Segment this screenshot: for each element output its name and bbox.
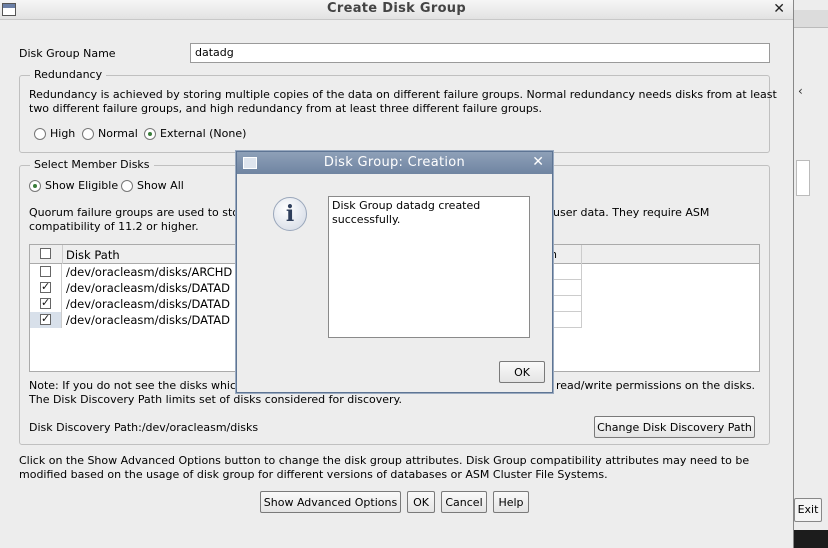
filter-option-label: Show All <box>137 179 184 192</box>
checkbox-cell <box>30 296 62 312</box>
table-cells-fragment <box>550 264 582 328</box>
creation-modal: Disk Group: Creation ✕ i Disk Group data… <box>236 151 553 393</box>
show-all-radio[interactable]: Show All <box>121 179 184 192</box>
checkbox-cell <box>30 280 62 296</box>
redundancy-option-label: High <box>50 127 76 140</box>
column-header-disk-path: Disk Path <box>66 248 120 262</box>
disk-group-name-label: Disk Group Name <box>19 47 116 60</box>
disk-path-cell: /dev/oracleasm/disks/DATAD <box>66 297 230 311</box>
note-text-left: Note: If you do not see the disks which <box>29 379 244 392</box>
column-divider <box>62 245 63 264</box>
radio-icon <box>34 127 46 140</box>
modal-title: Disk Group: Creation <box>323 155 466 170</box>
background-table <box>796 160 810 196</box>
disk-checkbox[interactable] <box>40 312 51 325</box>
redundancy-description-line2: two different failure groups, and high r… <box>29 102 543 115</box>
note-text-right: read/write permissions on the disks. <box>556 379 756 392</box>
redundancy-option-label: Normal <box>98 127 138 140</box>
quorum-text-right: user data. They require ASM <box>553 206 710 219</box>
info-icon: i <box>273 197 307 231</box>
show-advanced-options-button[interactable]: Show Advanced Options <box>260 491 401 513</box>
filter-option-label: Show Eligible <box>45 179 119 192</box>
redundancy-normal-radio[interactable]: Normal <box>82 127 138 140</box>
radio-selected-icon <box>144 127 156 140</box>
quorum-text-line2: compatibility of 11.2 or higher. <box>29 220 199 233</box>
disk-checkbox[interactable] <box>40 280 51 293</box>
select-member-disks-legend: Select Member Disks <box>30 158 154 171</box>
quorum-text-left: Quorum failure groups are used to sto <box>29 206 240 219</box>
cancel-button[interactable]: Cancel <box>441 491 487 513</box>
select-all-checkbox[interactable] <box>40 248 51 259</box>
exit-button[interactable]: Exit <box>794 498 822 522</box>
redundancy-option-label: External (None) <box>160 127 247 140</box>
advanced-note-line2: modified based on the usage of disk grou… <box>19 468 608 481</box>
redundancy-description-line1: Redundancy is achieved by storing multip… <box>29 88 777 101</box>
checkbox-cell <box>30 312 62 328</box>
change-discovery-path-button[interactable]: Change Disk Discovery Path <box>594 416 755 438</box>
radio-selected-icon <box>29 179 41 192</box>
chevron-left-icon: ‹ <box>798 84 803 98</box>
modal-ok-button[interactable]: OK <box>499 361 545 383</box>
redundancy-legend: Redundancy <box>30 68 107 81</box>
background-toolbar <box>794 10 828 28</box>
window-title: Create Disk Group <box>327 1 466 16</box>
radio-icon <box>121 179 133 192</box>
advanced-note-line1: Click on the Show Advanced Options butto… <box>19 454 750 467</box>
disk-path-cell: /dev/oracleasm/disks/DATAD <box>66 281 230 295</box>
background-footer <box>794 530 828 548</box>
redundancy-high-radio[interactable]: High <box>34 127 75 140</box>
note-text-line2: The Disk Discovery Path limits set of di… <box>29 393 403 406</box>
redundancy-external-radio[interactable]: External (None) <box>144 127 246 140</box>
title-bar: Create Disk Group ✕ <box>0 0 793 20</box>
ok-button[interactable]: OK <box>407 491 435 513</box>
show-eligible-radio[interactable]: Show Eligible <box>29 179 118 192</box>
checkbox-cell <box>30 264 62 280</box>
disk-checkbox[interactable] <box>40 296 51 309</box>
background-window: ‹ Exit <box>794 0 828 548</box>
close-icon[interactable]: ✕ <box>532 154 544 170</box>
disk-path-cell: /dev/oracleasm/disks/ARCHD <box>66 265 233 279</box>
close-icon[interactable]: ✕ <box>773 1 785 17</box>
disk-discovery-path-text: Disk Discovery Path:/dev/oracleasm/disks <box>29 421 259 434</box>
help-button[interactable]: Help <box>493 491 529 513</box>
disk-checkbox[interactable] <box>40 266 51 277</box>
column-divider <box>581 245 582 264</box>
modal-title-bar: Disk Group: Creation ✕ <box>237 152 552 174</box>
disk-group-name-input[interactable]: datadg <box>190 43 770 63</box>
message-textarea[interactable]: Disk Group datadg created successfully. <box>328 196 530 338</box>
radio-icon <box>82 127 94 140</box>
disk-path-cell: /dev/oracleasm/disks/DATAD <box>66 313 230 327</box>
